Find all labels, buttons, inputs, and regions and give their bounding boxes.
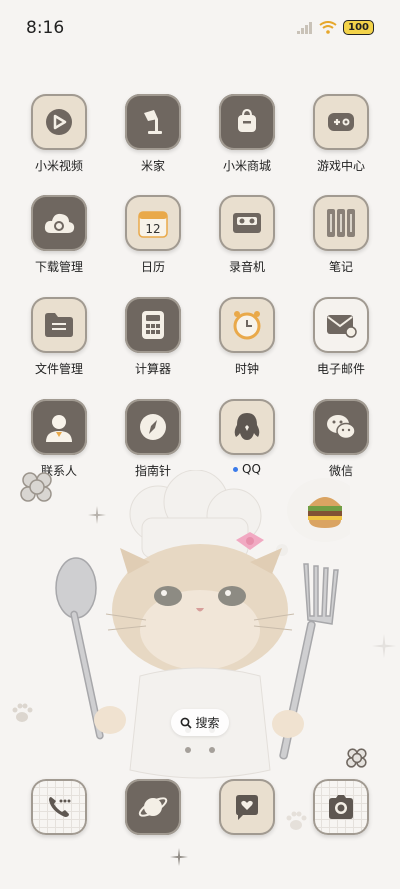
status-time: 8:16 xyxy=(26,18,65,38)
heart-message-icon xyxy=(219,779,275,835)
app-label: 时钟 xyxy=(234,362,259,376)
search-label: 搜索 xyxy=(195,716,220,730)
app-notes[interactable]: 笔记 xyxy=(294,195,388,275)
phone-icon xyxy=(31,779,87,835)
gamepad-icon xyxy=(313,94,369,150)
cassette-icon xyxy=(219,195,275,251)
wifi-icon xyxy=(319,21,337,34)
app-label: 小米商城 xyxy=(222,159,271,173)
app-label: 录音机 xyxy=(228,260,265,274)
app-qq[interactable]: QQ xyxy=(200,399,294,476)
app-label: 电子邮件 xyxy=(316,362,365,376)
app-label: 游戏中心 xyxy=(316,159,365,173)
dock-phone[interactable] xyxy=(12,779,106,835)
notes-icon xyxy=(313,195,369,251)
folder-icon xyxy=(31,297,87,353)
mail-icon xyxy=(313,297,369,353)
app-label: 米家 xyxy=(140,159,165,173)
app-email[interactable]: 电子邮件 xyxy=(294,297,388,377)
app-label: 日历 xyxy=(140,260,165,274)
app-calendar[interactable]: 12 日历 xyxy=(106,195,200,275)
shopping-bag-icon xyxy=(219,94,275,150)
lamp-icon xyxy=(125,94,181,150)
dock-camera[interactable] xyxy=(294,779,388,835)
burger-bubble xyxy=(269,478,350,566)
app-label: 下载管理 xyxy=(34,260,83,274)
calendar-day: 12 xyxy=(145,222,161,236)
app-file-manager[interactable]: 文件管理 xyxy=(12,297,106,377)
app-label: 计算器 xyxy=(134,362,171,376)
camera-icon xyxy=(313,779,369,835)
calculator-icon xyxy=(125,297,181,353)
calendar-icon: 12 xyxy=(125,195,181,251)
sparkle-icon xyxy=(372,634,396,658)
status-bar: 8:16 100 xyxy=(0,0,400,56)
qq-penguin-icon xyxy=(219,399,275,455)
compass-icon xyxy=(125,399,181,455)
app-recorder[interactable]: 录音机 xyxy=(200,195,294,275)
app-wechat[interactable]: 微信 xyxy=(294,399,388,479)
app-compass[interactable]: 指南针 xyxy=(106,399,200,479)
app-contacts[interactable]: 联系人 xyxy=(12,399,106,479)
search-icon xyxy=(181,717,193,729)
play-icon xyxy=(31,94,87,150)
app-downloads[interactable]: 下载管理 xyxy=(12,195,106,275)
app-label: 小米视频 xyxy=(34,159,83,173)
app-mijia[interactable]: 米家 xyxy=(106,94,200,174)
wechat-icon xyxy=(313,399,369,455)
search-button[interactable]: 搜索 xyxy=(171,709,229,736)
signal-icon xyxy=(297,21,313,34)
contact-person-icon xyxy=(31,399,87,455)
app-label: 文件管理 xyxy=(34,362,83,376)
app-clock[interactable]: 时钟 xyxy=(200,297,294,377)
sparkle-icon xyxy=(170,848,188,866)
app-xiaomi-video[interactable]: 小米视频 xyxy=(12,94,106,174)
app-label: 笔记 xyxy=(328,260,353,274)
paw-print-icon xyxy=(12,703,33,722)
app-calculator[interactable]: 计算器 xyxy=(106,297,200,377)
battery-indicator: 100 xyxy=(343,20,374,35)
cloud-icon xyxy=(31,195,87,251)
planet-icon xyxy=(125,779,181,835)
alarm-clock-icon xyxy=(219,297,275,353)
app-xiaomi-mall[interactable]: 小米商城 xyxy=(200,94,294,174)
chef-cat-illustration xyxy=(55,470,350,779)
dock-browser[interactable] xyxy=(106,779,200,835)
app-game-center[interactable]: 游戏中心 xyxy=(294,94,388,174)
dock-messages[interactable] xyxy=(200,779,294,835)
